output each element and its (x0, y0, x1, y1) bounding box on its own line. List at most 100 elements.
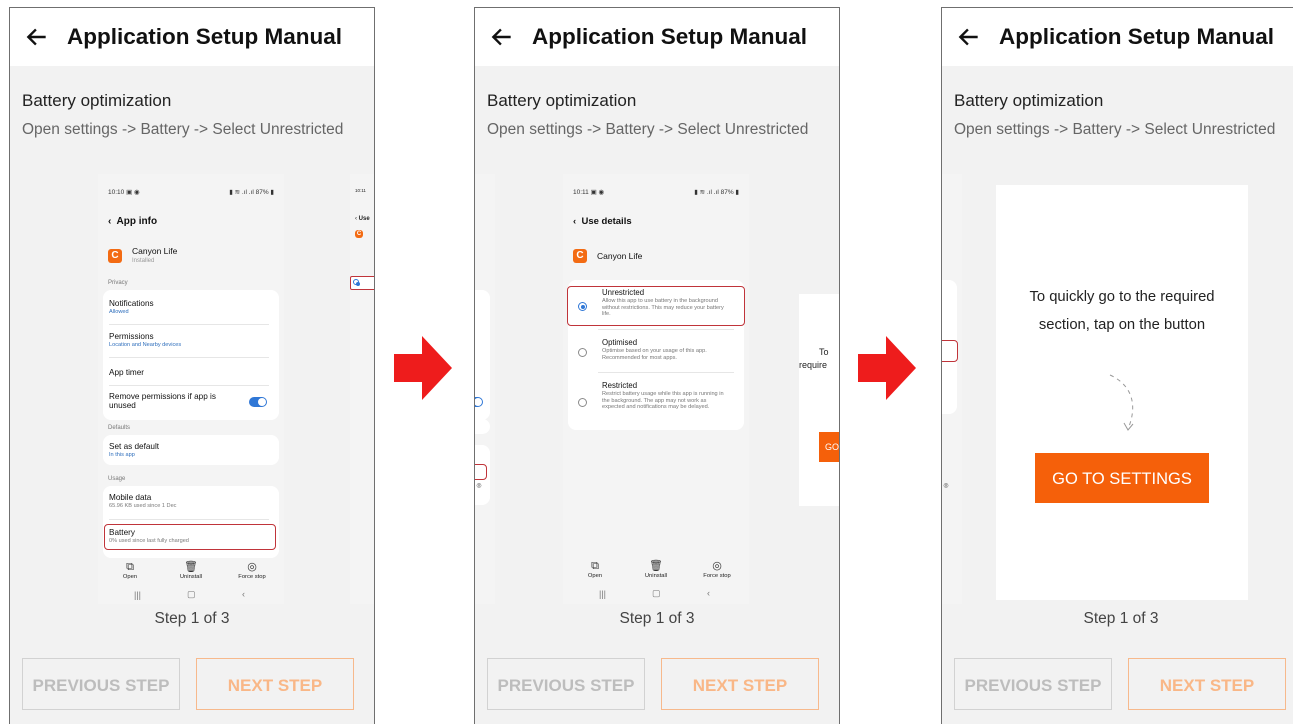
group-label: Defaults (108, 425, 131, 431)
option-restricted: Restricted Restrict battery usage while … (602, 381, 730, 411)
section-title: Battery optimization (954, 91, 1104, 110)
privacy-card: Notifications Allowed Permissions Locati… (103, 290, 279, 420)
item-subtitle: Allowed (109, 309, 129, 315)
stop-icon: ◎ (247, 561, 257, 573)
nav-recents-icon: ||| (599, 589, 607, 599)
app-name: Canyon Life (132, 246, 178, 256)
screenshot-carousel[interactable]: ◎ To quickly go to the required section,… (942, 174, 1293, 604)
go-button-fragment: GO (819, 432, 839, 462)
trash-icon: 🗑 (649, 560, 663, 572)
screenshot-carousel[interactable]: ◎ 10:11 ▣ ◉ ▮ ≋ .ıl .ıl 87% ▮ ‹ Use deta… (475, 174, 839, 604)
option-title: Optimised (602, 338, 638, 347)
item-subtitle: In this app (109, 452, 135, 458)
screen-header: ‹ Use details (573, 216, 632, 227)
app-name: Canyon Life (597, 251, 643, 261)
list-item: Notifications Allowed (109, 299, 273, 315)
uninstall-action: 🗑 Uninstall (636, 560, 676, 579)
phone-screen-3: Application Setup Manual Battery optimiz… (941, 7, 1293, 724)
unrestricted-highlight (567, 286, 745, 326)
screen-header: ‹ Use (355, 216, 370, 222)
phone-screen-2: Application Setup Manual Battery optimiz… (474, 7, 840, 724)
screenshot-carousel[interactable]: 10:10 ▣ ◉ ▮ ≋ .ıl .ıl 87% ▮ ‹ App info C… (10, 174, 374, 604)
status-time: 10:10 ▣ ◉ (108, 189, 140, 196)
nav-home-icon: ▢ (187, 589, 196, 599)
list-item: Remove permissions if app is unused (109, 392, 235, 410)
app-logo-icon: C (355, 230, 363, 238)
app-title: Application Setup Manual (532, 24, 808, 49)
nav-back-icon: ‹ (242, 589, 245, 599)
app-logo-icon: C (108, 249, 122, 263)
phone-screen-1: Application Setup Manual Battery optimiz… (9, 7, 375, 724)
carousel-peek-next: 10:11 ‹ Use C (350, 174, 374, 604)
step-indicator: Step 1 of 3 (1083, 610, 1159, 627)
back-arrow-icon[interactable] (489, 24, 515, 50)
carousel-peek-previous: ◎ (475, 174, 495, 604)
status-icons: ▮ ≋ .ıl .ıl 87% ▮ (229, 189, 274, 196)
previous-step-button[interactable]: PREVIOUS STEP (487, 658, 645, 710)
previous-step-button[interactable]: PREVIOUS STEP (954, 658, 1112, 710)
carousel-peek-previous: ◎ (942, 174, 962, 604)
divider (598, 329, 734, 330)
go-to-settings-button[interactable]: GO TO SETTINGS (1035, 453, 1209, 503)
defaults-card: Set as default In this app (103, 435, 279, 465)
next-step-button[interactable]: NEXT STEP (661, 658, 819, 710)
dashed-arrow-icon (1109, 374, 1134, 431)
previous-step-button[interactable]: PREVIOUS STEP (22, 658, 180, 710)
list-item: App timer (109, 368, 273, 377)
highlight-fragment (942, 340, 958, 362)
open-icon: ⧉ (591, 560, 599, 572)
red-arrow-icon (858, 336, 916, 400)
carousel-slide-app-info: 10:10 ▣ ◉ ▮ ≋ .ıl .ıl 87% ▮ ‹ App info C… (98, 174, 284, 604)
status-time: 10:11 ▣ ◉ (573, 189, 605, 196)
list-item: Set as default In this app (109, 442, 273, 458)
back-arrow-icon[interactable] (24, 24, 50, 50)
uninstall-action: 🗑 Uninstall (171, 561, 211, 580)
highlight-fragment (475, 464, 487, 480)
force-stop-action: ◎ Force stop (697, 560, 737, 579)
force-stop-fragment: ◎ (943, 483, 949, 489)
tip-fragment: To (819, 347, 829, 357)
status-icons: ▮ ≋ .ıl .ıl 87% ▮ (694, 189, 739, 196)
option-description: Restrict battery usage while this app is… (602, 391, 724, 411)
section-subtitle: Open settings -> Battery -> Select Unres… (22, 121, 344, 138)
open-icon: ⧉ (126, 561, 134, 573)
stop-icon: ◎ (712, 560, 722, 572)
option-description: Optimise based on your usage of this app… (602, 348, 707, 361)
list-item: Mobile data 65.96 KB used since 1 Dec (109, 493, 273, 509)
go-to-settings-card: To quickly go to the required section, t… (996, 185, 1248, 600)
option-title: Restricted (602, 381, 638, 390)
open-action: ⧉ Open (110, 561, 150, 580)
nav-back-icon: ‹ (707, 588, 710, 598)
item-subtitle: 65.96 KB used since 1 Dec (109, 503, 177, 509)
app-status: Installed (132, 258, 155, 264)
item-title: Set as default (109, 442, 160, 451)
divider (109, 385, 269, 386)
radio-optimised (578, 348, 587, 357)
carousel-peek-next: To require GO (799, 294, 839, 506)
trash-icon: 🗑 (184, 561, 198, 573)
item-subtitle: Location and Nearby devices (109, 342, 182, 348)
nav-recents-icon: ||| (134, 590, 142, 600)
item-title: Permissions (109, 332, 154, 341)
option-optimised: Optimised Optimise based on your usage o… (602, 338, 730, 361)
next-step-button[interactable]: NEXT STEP (196, 658, 354, 710)
step-indicator: Step 1 of 3 (154, 610, 230, 627)
open-action: ⧉ Open (575, 560, 615, 579)
divider (598, 372, 734, 373)
section-subtitle: Open settings -> Battery -> Select Unres… (487, 121, 809, 138)
divider (109, 324, 269, 325)
nav-home-icon: ▢ (652, 588, 661, 598)
status-time: 10:11 (355, 188, 366, 193)
app-title: Application Setup Manual (999, 24, 1275, 49)
app-logo-icon: C (573, 249, 587, 263)
section-subtitle: Open settings -> Battery -> Select Unres… (954, 121, 1276, 138)
toggle-switch (249, 397, 267, 407)
radio-restricted (578, 398, 587, 407)
next-step-button[interactable]: NEXT STEP (1128, 658, 1286, 710)
section-title: Battery optimization (487, 91, 637, 110)
list-item: Permissions Location and Nearby devices (109, 332, 273, 348)
red-arrow-icon (394, 336, 452, 400)
force-stop-fragment: ◎ (476, 483, 482, 489)
radio-fragment (353, 279, 360, 286)
back-arrow-icon[interactable] (956, 24, 982, 50)
